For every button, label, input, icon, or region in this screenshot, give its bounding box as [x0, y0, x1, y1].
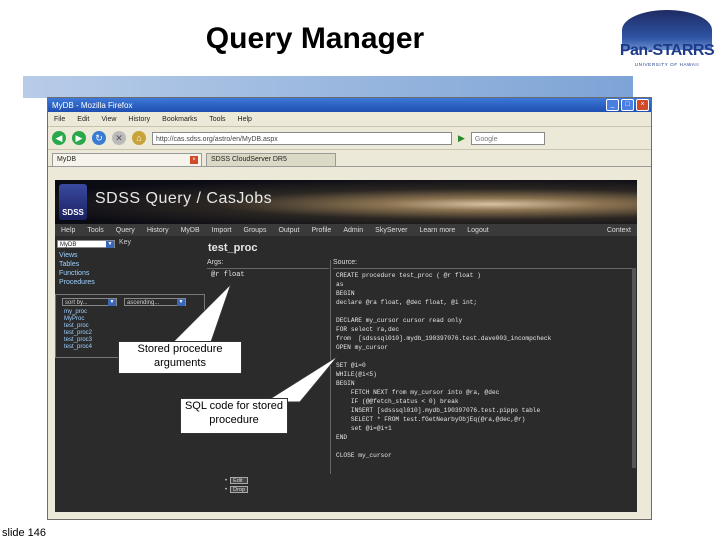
sql-callout-pointer — [263, 355, 339, 403]
sql-callout: SQL code for stored procedure — [180, 398, 288, 434]
callout-pointers — [168, 283, 339, 403]
sql-callout-text: SQL code for stored procedure — [184, 400, 284, 426]
args-callout: Stored procedure arguments — [118, 341, 242, 374]
args-callout-text: Stored procedure arguments — [137, 343, 223, 369]
args-callout-pointer — [168, 283, 232, 346]
slide-number: slide 146 — [2, 527, 47, 539]
